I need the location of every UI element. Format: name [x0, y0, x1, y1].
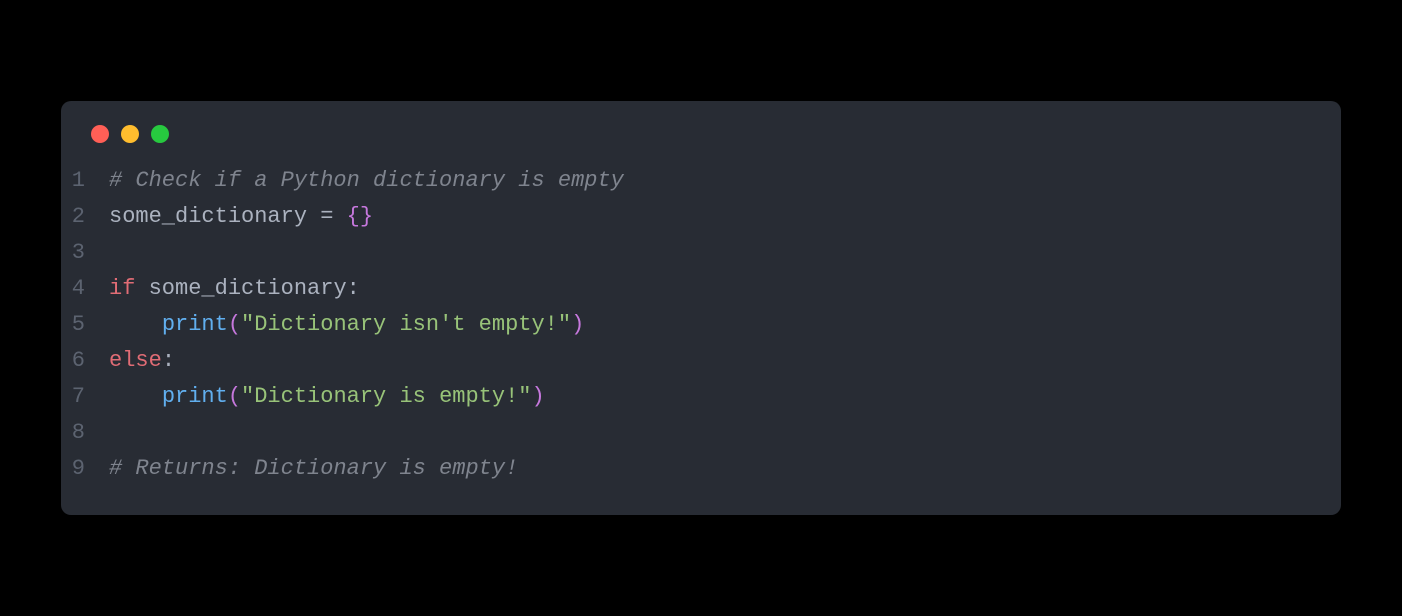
code-line: 1# Check if a Python dictionary is empty: [61, 163, 1341, 199]
minimize-icon[interactable]: [121, 125, 139, 143]
code-token: =: [320, 204, 333, 229]
line-content: if some_dictionary:: [109, 271, 1341, 307]
code-token: some_dictionary: [135, 276, 346, 301]
code-area[interactable]: 1# Check if a Python dictionary is empty…: [61, 163, 1341, 487]
line-number: 3: [61, 235, 109, 271]
code-token: # Returns: Dictionary is empty!: [109, 456, 518, 481]
line-number: 2: [61, 199, 109, 235]
code-line: 5 print("Dictionary isn't empty!"): [61, 307, 1341, 343]
code-token: (: [228, 384, 241, 409]
window-controls: [61, 125, 1341, 163]
code-token: (: [228, 312, 241, 337]
line-number: 9: [61, 451, 109, 487]
code-token: ): [571, 312, 584, 337]
code-line: 8: [61, 415, 1341, 451]
code-token: {}: [347, 204, 373, 229]
code-token: if: [109, 276, 135, 301]
close-icon[interactable]: [91, 125, 109, 143]
line-content: [109, 235, 1341, 271]
code-token: :: [347, 276, 360, 301]
code-token: else: [109, 348, 162, 373]
line-content: print("Dictionary is empty!"): [109, 379, 1341, 415]
line-content: some_dictionary = {}: [109, 199, 1341, 235]
code-token: print: [162, 384, 228, 409]
line-content: else:: [109, 343, 1341, 379]
code-line: 4if some_dictionary:: [61, 271, 1341, 307]
code-editor-window: 1# Check if a Python dictionary is empty…: [61, 101, 1341, 515]
line-number: 6: [61, 343, 109, 379]
line-content: print("Dictionary isn't empty!"): [109, 307, 1341, 343]
code-token: [333, 204, 346, 229]
code-token: [109, 312, 162, 337]
maximize-icon[interactable]: [151, 125, 169, 143]
code-line: 2some_dictionary = {}: [61, 199, 1341, 235]
line-number: 8: [61, 415, 109, 451]
code-token: ): [531, 384, 544, 409]
code-token: # Check if a Python dictionary is empty: [109, 168, 624, 193]
line-number: 1: [61, 163, 109, 199]
code-line: 6else:: [61, 343, 1341, 379]
line-content: [109, 415, 1341, 451]
code-token: "Dictionary isn't empty!": [241, 312, 571, 337]
line-number: 5: [61, 307, 109, 343]
code-token: "Dictionary is empty!": [241, 384, 531, 409]
code-line: 3: [61, 235, 1341, 271]
code-token: :: [162, 348, 175, 373]
line-content: # Check if a Python dictionary is empty: [109, 163, 1341, 199]
line-number: 7: [61, 379, 109, 415]
code-token: [109, 384, 162, 409]
code-token: some_dictionary: [109, 204, 320, 229]
code-token: print: [162, 312, 228, 337]
line-number: 4: [61, 271, 109, 307]
line-content: # Returns: Dictionary is empty!: [109, 451, 1341, 487]
code-line: 9# Returns: Dictionary is empty!: [61, 451, 1341, 487]
code-line: 7 print("Dictionary is empty!"): [61, 379, 1341, 415]
